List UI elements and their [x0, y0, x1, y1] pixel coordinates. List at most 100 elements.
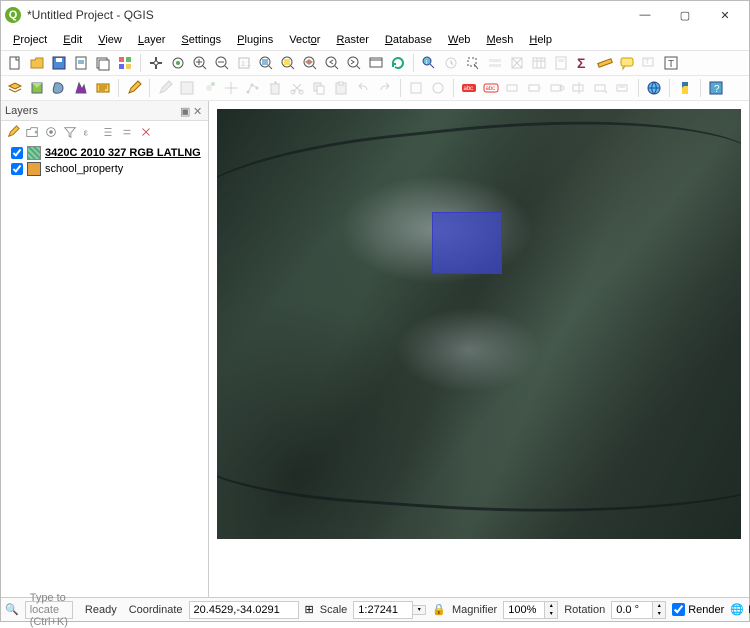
magnifier-spinner[interactable]: ▴▾ [545, 601, 558, 619]
redo-button[interactable] [375, 78, 395, 98]
save-project-button[interactable] [49, 53, 69, 73]
plugin-abc2-button[interactable]: abc [481, 78, 501, 98]
label-tool-4[interactable] [569, 78, 589, 98]
add-group-button[interactable] [24, 124, 40, 140]
menu-edit[interactable]: Edit [55, 31, 90, 49]
menu-vector[interactable]: Vector [281, 31, 328, 49]
filter-expression-button[interactable]: ε [81, 124, 97, 140]
undo-button[interactable] [353, 78, 373, 98]
new-project-button[interactable] [5, 53, 25, 73]
annotation-button[interactable]: T [639, 53, 659, 73]
label-tool-2[interactable] [525, 78, 545, 98]
minimize-button[interactable]: — [625, 1, 665, 29]
map-canvas[interactable] [217, 109, 741, 589]
undock-icon[interactable]: ▣ [180, 105, 191, 116]
menu-mesh[interactable]: Mesh [478, 31, 521, 49]
new-map-view-button[interactable] [366, 53, 386, 73]
move-feature-button[interactable] [221, 78, 241, 98]
coordinate-input[interactable] [189, 601, 299, 619]
python-console-button[interactable] [675, 78, 695, 98]
zoom-in-button[interactable] [190, 53, 210, 73]
measure-button[interactable] [595, 53, 615, 73]
show-layouts-button[interactable] [93, 53, 113, 73]
label-tool-3[interactable] [547, 78, 567, 98]
menu-project[interactable]: Project [5, 31, 55, 49]
stats-summary-button[interactable]: Σ [573, 53, 593, 73]
menu-web[interactable]: Web [440, 31, 478, 49]
new-virtual-layer-button[interactable] [93, 78, 113, 98]
add-feature-button[interactable] [199, 78, 219, 98]
menu-raster[interactable]: Raster [328, 31, 376, 49]
menu-plugins[interactable]: Plugins [229, 31, 281, 49]
manage-themes-button[interactable] [43, 124, 59, 140]
current-edits-button[interactable] [155, 78, 175, 98]
action-button[interactable] [441, 53, 461, 73]
render-checkbox[interactable]: Render [672, 603, 724, 616]
node-tool-button[interactable] [243, 78, 263, 98]
crs-button[interactable]: 🌐 EPSG:4326 [730, 603, 750, 617]
new-shapefile-button[interactable] [49, 78, 69, 98]
scale-dropdown[interactable]: ▾ [413, 605, 426, 615]
collapse-all-button[interactable] [119, 124, 135, 140]
menu-view[interactable]: View [90, 31, 130, 49]
digitize-tool-2[interactable] [428, 78, 448, 98]
copy-features-button[interactable] [309, 78, 329, 98]
label-tool-1[interactable] [503, 78, 523, 98]
deselect-button[interactable] [507, 53, 527, 73]
annotation-text-button[interactable]: T [661, 53, 681, 73]
open-data-source-button[interactable] [5, 78, 25, 98]
menu-settings[interactable]: Settings [173, 31, 229, 49]
pan-to-selection-button[interactable] [168, 53, 188, 73]
menu-layer[interactable]: Layer [130, 31, 174, 49]
layer-style-button[interactable] [5, 124, 21, 140]
toggle-editing-button[interactable] [124, 78, 144, 98]
menu-database[interactable]: Database [377, 31, 440, 49]
toggle-extents-icon[interactable]: ⊞ [305, 603, 314, 617]
open-project-button[interactable] [27, 53, 47, 73]
zoom-layer-button[interactable] [300, 53, 320, 73]
refresh-button[interactable] [388, 53, 408, 73]
layer-visibility-checkbox[interactable] [11, 147, 23, 159]
zoom-native-button[interactable]: 1:1 [234, 53, 254, 73]
menu-help[interactable]: Help [521, 31, 560, 49]
label-tool-6[interactable] [613, 78, 633, 98]
scale-input[interactable] [353, 601, 413, 619]
new-geopackage-button[interactable] [27, 78, 47, 98]
style-manager-button[interactable] [115, 53, 135, 73]
delete-selected-button[interactable] [265, 78, 285, 98]
rotation-input[interactable] [611, 601, 653, 619]
metasearch-button[interactable] [644, 78, 664, 98]
zoom-next-button[interactable] [344, 53, 364, 73]
digitize-tool-1[interactable] [406, 78, 426, 98]
layer-row[interactable]: 3420C 2010 327 RGB LATLNG [3, 145, 206, 161]
plugin-help-button[interactable]: ? [706, 78, 726, 98]
label-tool-5[interactable] [591, 78, 611, 98]
rotation-spinner[interactable]: ▴▾ [653, 601, 666, 619]
zoom-full-button[interactable] [256, 53, 276, 73]
layer-row[interactable]: school_property [3, 161, 206, 177]
plugin-abc-button[interactable]: abc [459, 78, 479, 98]
filter-legend-button[interactable] [62, 124, 78, 140]
map-tips-button[interactable] [617, 53, 637, 73]
zoom-out-button[interactable] [212, 53, 232, 73]
maximize-button[interactable]: ▢ [665, 1, 705, 29]
identify-button[interactable]: i [419, 53, 439, 73]
zoom-selection-button[interactable] [278, 53, 298, 73]
remove-layer-button[interactable] [138, 124, 154, 140]
attribute-table-button[interactable] [529, 53, 549, 73]
close-button[interactable]: ✕ [705, 1, 745, 29]
paste-features-button[interactable] [331, 78, 351, 98]
lock-scale-icon[interactable]: 🔒 [432, 603, 446, 617]
save-edits-button[interactable] [177, 78, 197, 98]
zoom-last-button[interactable] [322, 53, 342, 73]
new-spatialite-button[interactable] [71, 78, 91, 98]
select-by-value-button[interactable] [485, 53, 505, 73]
close-panel-icon[interactable]: ✕ [193, 105, 204, 116]
field-calculator-button[interactable] [551, 53, 571, 73]
expand-all-button[interactable] [100, 124, 116, 140]
new-print-layout-button[interactable] [71, 53, 91, 73]
pan-button[interactable] [146, 53, 166, 73]
layer-visibility-checkbox[interactable] [11, 163, 23, 175]
locator-input[interactable]: Type to locate (Ctrl+K) [25, 601, 73, 619]
magnifier-input[interactable] [503, 601, 545, 619]
